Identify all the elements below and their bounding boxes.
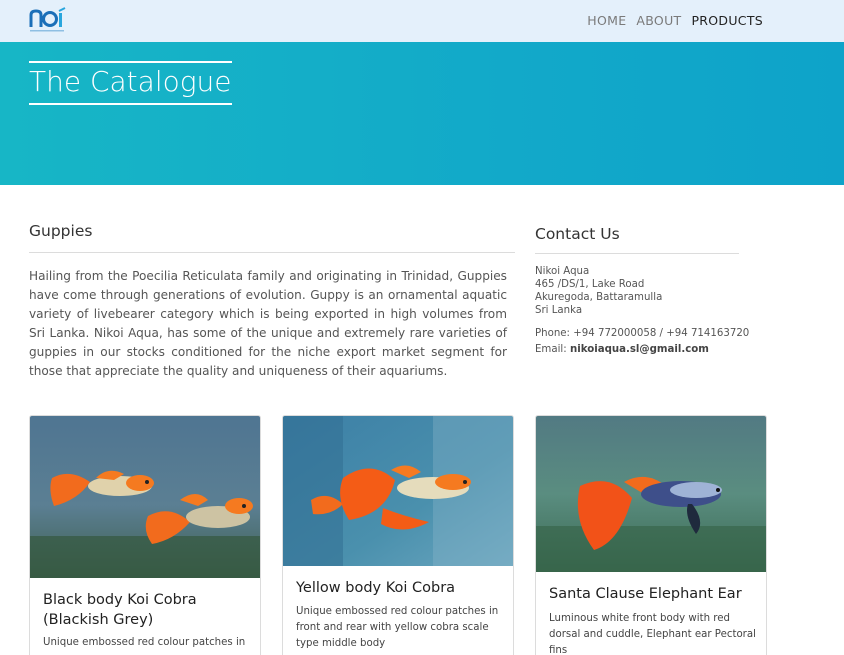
product-description: Unique embossed red colour patches in [43, 637, 246, 648]
product-description: Luminous white front body with red dorsa… [549, 613, 756, 655]
guppies-intro-text: Hailing from the Poecilia Reticulata fam… [29, 269, 507, 379]
main-nav: HOME ABOUT PRODUCTS [587, 13, 763, 28]
product-title[interactable]: Yellow body Koi Cobra [296, 578, 455, 598]
product-title[interactable]: Santa Clause Elephant Ear [549, 584, 742, 604]
page-title: The Catalogue [29, 61, 232, 105]
nav-products-link[interactable]: PRODUCTS [691, 13, 763, 28]
product-image-santa-clause-elephant-ear [536, 416, 766, 572]
contact-email-link[interactable]: nikoiaqua.sl@gmail.com [570, 344, 709, 355]
contact-email-label: Email: [535, 344, 567, 355]
contact-address-line-2: Akuregoda, Battaramulla [535, 292, 663, 303]
nav-about-link[interactable]: ABOUT [636, 13, 681, 28]
product-title[interactable]: Black body Koi Cobra (Blackish Grey) [43, 590, 260, 630]
navbar: HOME ABOUT PRODUCTS [0, 0, 844, 42]
contact-company-name: Nikoi Aqua [535, 266, 590, 277]
product-description: Unique embossed red colour patches in fr… [296, 606, 499, 649]
guppies-heading: Guppies [29, 222, 93, 240]
product-card[interactable]: Yellow body Koi Cobra Unique embossed re… [282, 415, 514, 655]
hero-banner: The Catalogue [0, 42, 844, 185]
contact-email-row: Email: nikoiaqua.sl@gmail.com [535, 344, 709, 355]
guppies-divider [29, 252, 515, 253]
nav-home-link[interactable]: HOME [587, 13, 626, 28]
contact-address-line-3: Sri Lanka [535, 305, 583, 316]
product-image-black-body-koi-cobra [30, 416, 260, 578]
contact-address: Nikoi Aqua 465 /DS/1, Lake Road Akuregod… [535, 265, 662, 317]
nikoi-aqua-logo[interactable] [28, 6, 68, 34]
product-image-yellow-body-koi-cobra [283, 416, 513, 566]
product-card[interactable]: Santa Clause Elephant Ear Luminous white… [535, 415, 767, 655]
contact-phone: Phone: +94 772000058 / +94 714163720 [535, 328, 750, 339]
contact-divider [535, 253, 739, 254]
contact-heading: Contact Us [535, 225, 620, 243]
contact-address-line-1: 465 /DS/1, Lake Road [535, 279, 645, 290]
product-card[interactable]: Black body Koi Cobra (Blackish Grey) Uni… [29, 415, 261, 655]
